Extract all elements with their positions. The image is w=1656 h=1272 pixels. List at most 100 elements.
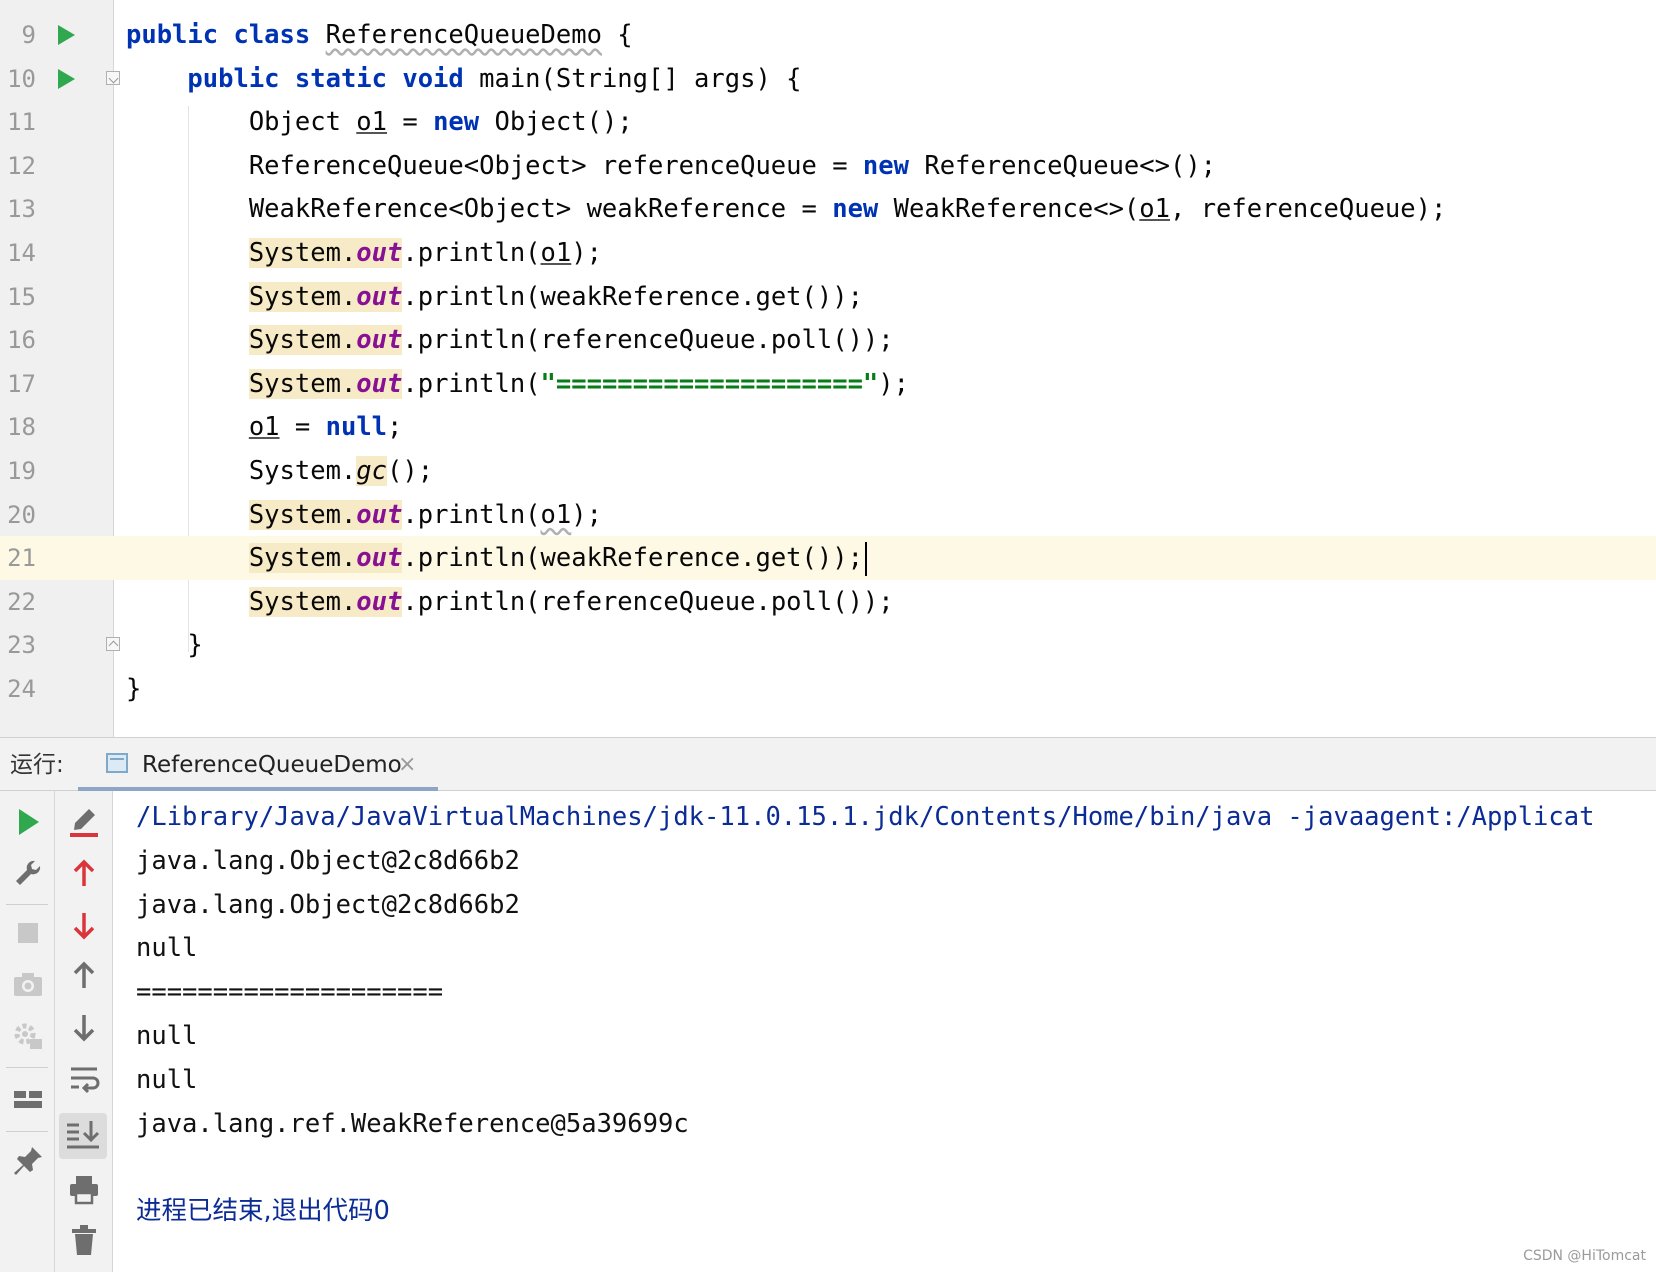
gutter-cell[interactable]: 24 xyxy=(0,667,113,711)
code-text[interactable]: System.out.println(weakReference.get()); xyxy=(126,275,863,319)
code-text[interactable]: System.out.println(o1); xyxy=(126,231,602,275)
line-number: 22 xyxy=(7,587,36,616)
code-token: out xyxy=(356,499,403,530)
line-number: 13 xyxy=(7,195,36,224)
gutter-cell[interactable]: 17 xyxy=(0,362,113,406)
run-toolbar-left xyxy=(0,791,55,1272)
code-token: { xyxy=(601,20,633,50)
tab-referencequeuedemo[interactable]: ReferenceQueueDemo × xyxy=(78,738,438,792)
gutter-cell[interactable]: 22 xyxy=(0,580,113,624)
code-text[interactable]: } xyxy=(126,667,141,711)
code-token: .println(weakReference.get()); xyxy=(402,543,863,574)
code-token: new xyxy=(862,150,925,181)
code-text[interactable]: public class ReferenceQueueDemo { xyxy=(126,13,633,57)
code-text[interactable]: public static void main(String[] args) { xyxy=(126,57,801,101)
code-line[interactable]: 17 System.out.println("=================… xyxy=(0,362,1656,406)
code-text[interactable]: System.out.println("====================… xyxy=(126,362,909,406)
code-line[interactable]: 23 } xyxy=(0,623,1656,667)
code-line[interactable]: 16 System.out.println(referenceQueue.pol… xyxy=(0,318,1656,362)
console-command-line: /Library/Java/JavaVirtualMachines/jdk-11… xyxy=(136,802,1595,832)
scroll-to-end-icon[interactable] xyxy=(59,1113,107,1159)
toolbar-separator xyxy=(6,904,48,905)
layout-icon[interactable] xyxy=(8,1079,48,1119)
code-text[interactable]: Object o1 = new Object(); xyxy=(126,100,633,144)
toolbar-separator xyxy=(6,1067,48,1068)
code-line[interactable]: 24} xyxy=(0,667,1656,711)
run-gutter-icon[interactable] xyxy=(58,68,75,89)
code-token: .println(referenceQueue.poll()); xyxy=(402,586,894,617)
line-number: 14 xyxy=(7,239,36,267)
gutter-cell[interactable]: 23 xyxy=(0,623,120,667)
gutter-cell[interactable]: 16 xyxy=(0,318,113,362)
code-token: .println(weakReference.get()); xyxy=(402,281,863,312)
code-text[interactable]: System.out.println(referenceQueue.poll()… xyxy=(126,318,894,362)
code-line[interactable]: 19 System.gc(); xyxy=(0,449,1656,493)
code-line[interactable]: 13 WeakReference<Object> weakReference =… xyxy=(0,187,1656,231)
code-text[interactable]: } xyxy=(126,623,202,667)
console-line: null xyxy=(136,933,198,964)
camera-icon[interactable] xyxy=(8,964,48,1004)
gutter-cell[interactable]: 18 xyxy=(0,405,113,449)
stop-icon[interactable] xyxy=(8,913,48,953)
code-token: .println( xyxy=(402,368,541,399)
gutter-cell[interactable]: 15 xyxy=(0,275,113,319)
arrow-down-red-icon[interactable] xyxy=(64,905,104,945)
line-number: 20 xyxy=(7,500,36,529)
wrench-icon[interactable] xyxy=(8,853,48,893)
arrow-down-icon[interactable] xyxy=(64,1007,104,1047)
fold-toggle-icon[interactable] xyxy=(106,70,120,85)
gutter-cell[interactable]: 20 xyxy=(0,493,113,537)
console-line: null xyxy=(136,1064,198,1095)
code-line[interactable]: 21 System.out.println(weakReference.get(… xyxy=(0,536,1656,581)
code-line[interactable]: 12 ReferenceQueue<Object> referenceQueue… xyxy=(0,144,1656,188)
code-line[interactable]: 14 System.out.println(o1); xyxy=(0,231,1656,275)
trash-icon[interactable] xyxy=(64,1220,104,1260)
code-line[interactable]: 18 o1 = null; xyxy=(0,405,1656,449)
tab-close-icon[interactable]: × xyxy=(398,738,416,792)
code-line[interactable]: 9 public class ReferenceQueueDemo { xyxy=(0,13,1656,57)
code-line[interactable]: 15 System.out.println(weakReference.get(… xyxy=(0,275,1656,319)
code-text[interactable]: WeakReference<Object> weakReference = ne… xyxy=(126,187,1447,231)
code-text[interactable]: ReferenceQueue<Object> referenceQueue = … xyxy=(126,144,1216,188)
code-token: ); xyxy=(878,368,910,399)
code-line[interactable]: 22 System.out.println(referenceQueue.pol… xyxy=(0,580,1656,624)
arrow-up-icon[interactable] xyxy=(64,956,104,996)
code-token: ); xyxy=(571,238,602,268)
fold-toggle-icon[interactable] xyxy=(106,637,120,652)
run-gutter-icon[interactable] xyxy=(58,25,75,45)
gutter-cell[interactable]: 21 xyxy=(0,536,113,581)
rerun-icon[interactable] xyxy=(8,802,48,842)
gutter-cell[interactable]: 9 xyxy=(0,13,113,57)
gutter-cell[interactable]: 11 xyxy=(0,100,113,144)
gutter-cell[interactable]: 10 xyxy=(0,57,120,101)
clear-marker-icon[interactable] xyxy=(64,803,104,843)
code-text[interactable]: System.out.println(o1); xyxy=(126,493,602,537)
code-text[interactable]: System.out.println(referenceQueue.poll()… xyxy=(126,580,894,624)
code-line[interactable]: 20 System.out.println(o1); xyxy=(0,493,1656,537)
console-output[interactable]: /Library/Java/JavaVirtualMachines/jdk-11… xyxy=(113,791,1656,1272)
code-token: out xyxy=(356,543,403,574)
print-icon[interactable] xyxy=(64,1169,104,1209)
code-text[interactable]: System.out.println(weakReference.get()); xyxy=(126,536,867,580)
code-editor[interactable]: 9 public class ReferenceQueueDemo {10 pub… xyxy=(0,0,1656,737)
gutter-cell[interactable]: 19 xyxy=(0,449,113,493)
code-token: .println( xyxy=(402,499,541,530)
code-token: o1 xyxy=(540,499,572,530)
pin-icon[interactable] xyxy=(8,1141,48,1181)
gutter-cell[interactable]: 14 xyxy=(0,231,113,275)
code-text[interactable]: o1 = null; xyxy=(126,405,403,449)
code-line[interactable]: 11 Object o1 = new Object(); xyxy=(0,100,1656,144)
code-token: ; xyxy=(387,412,403,443)
gutter-cell[interactable]: 13 xyxy=(0,187,113,231)
console-line: java.lang.Object@2c8d66b2 xyxy=(136,889,520,920)
code-line[interactable]: 10 public static void main(String[] args… xyxy=(0,57,1656,101)
code-token: ReferenceQueue<>(); xyxy=(924,150,1217,181)
debug-settings-icon[interactable] xyxy=(8,1015,48,1055)
code-text[interactable]: System.gc(); xyxy=(126,449,433,493)
gutter-cell[interactable]: 12 xyxy=(0,144,113,188)
arrow-up-red-icon[interactable] xyxy=(64,854,104,894)
code-token: out xyxy=(356,238,403,268)
soft-wrap-icon[interactable] xyxy=(64,1058,104,1098)
